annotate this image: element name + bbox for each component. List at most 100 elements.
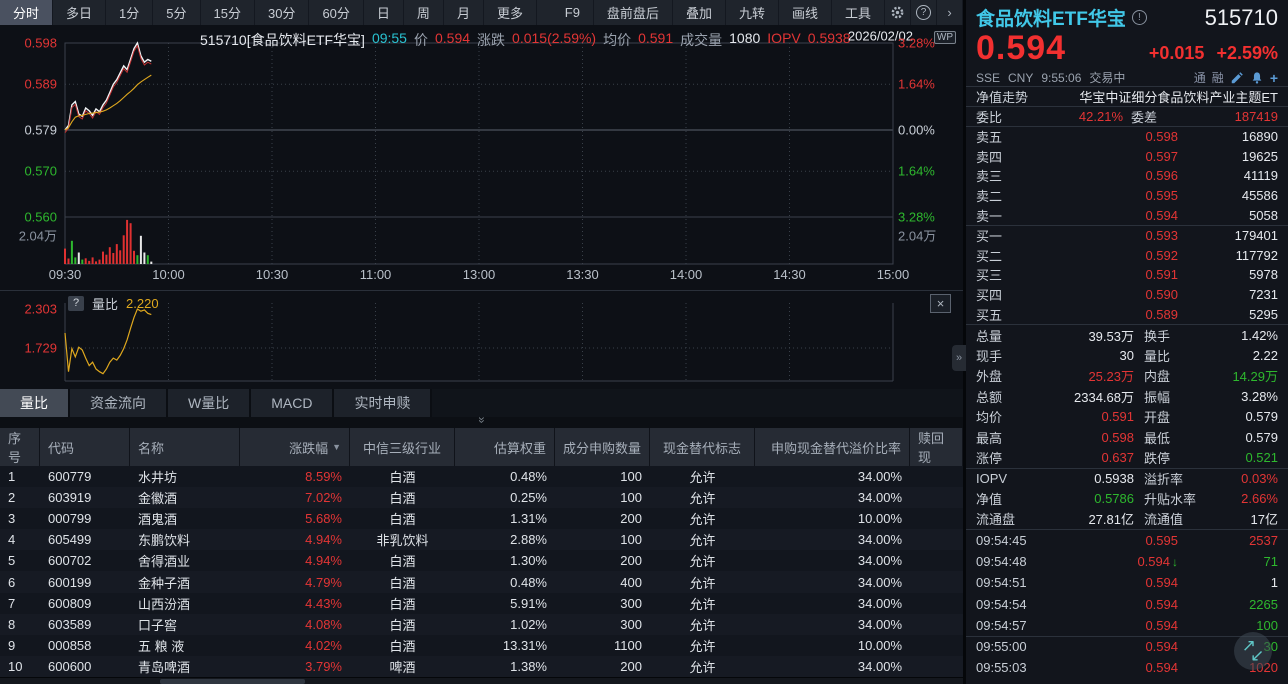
wp-badge[interactable]: WP	[934, 31, 956, 44]
add-icon[interactable]: +	[1270, 70, 1278, 86]
column-header-名称[interactable]: 名称	[130, 428, 240, 466]
column-header-估算权重[interactable]: 估算权重	[455, 428, 555, 466]
bid-label: 买五	[976, 305, 1020, 324]
pencil-icon[interactable]	[1230, 71, 1244, 85]
stat-row: 外盘25.23万内盘14.29万	[966, 366, 1288, 386]
volume-ratio-panel[interactable]: ? 量比 2.220 × 2.3031.729	[0, 290, 963, 389]
tick-qty: 100	[1178, 618, 1278, 633]
tab-W量比[interactable]: W量比	[168, 389, 251, 417]
toolbar-tab-30分[interactable]: 30分	[255, 0, 309, 25]
bid-row[interactable]: 买五0.5895295	[966, 304, 1288, 324]
stat-label: 最低	[1134, 428, 1200, 447]
bid-row[interactable]: 买三0.5915978	[966, 265, 1288, 285]
table-row[interactable]: 8603589口子窖4.08%白酒1.02%300允许34.00%	[0, 614, 963, 635]
ask-row[interactable]: 卖五0.59816890	[966, 127, 1288, 147]
toolbar-tab-日[interactable]: 日	[364, 0, 404, 25]
column-header-现金替代标志[interactable]: 现金替代标志	[650, 428, 755, 466]
toolbar-item-工具[interactable]: 工具	[832, 0, 885, 25]
stat-value: 2334.68万	[1030, 387, 1134, 406]
close-icon[interactable]: ×	[930, 294, 951, 313]
industry: 白酒	[350, 467, 455, 486]
intraday-chart-panel[interactable]: 515710[食品饮料ETF华宝] 09:55 价 0.594 涨跌 0.015…	[0, 25, 963, 290]
nav-trend-row[interactable]: 净值走势 华宝中证细分食品饮料产业主题ET	[966, 86, 1288, 107]
iopv-value: 0.5938	[808, 30, 851, 50]
info-icon[interactable]: !	[1132, 10, 1147, 25]
help-circle-icon[interactable]: ?	[911, 0, 937, 25]
toolbar-item-九转[interactable]: 九转	[726, 0, 779, 25]
help-icon[interactable]: ?	[68, 296, 84, 311]
table-row[interactable]: 10600600青岛啤酒3.79%啤酒1.38%200允许34.00%	[0, 656, 963, 677]
ask-row[interactable]: 卖一0.5945058	[966, 205, 1288, 225]
toolbar-item-画线[interactable]: 画线	[779, 0, 832, 25]
bell-icon[interactable]	[1250, 71, 1264, 85]
stat-row: 流通盘27.81亿流通值17亿	[966, 508, 1288, 528]
stat-value: 14.29万	[1200, 366, 1278, 385]
splitter[interactable]: »	[0, 417, 963, 428]
tab-量比[interactable]: 量比	[0, 389, 70, 417]
table-row[interactable]: 7600809山西汾酒4.43%白酒5.91%300允许34.00%	[0, 593, 963, 614]
toolbar-tab-60分[interactable]: 60分	[309, 0, 363, 25]
bid-row[interactable]: 买四0.5907231	[966, 285, 1288, 305]
toolbar-tab-5分[interactable]: 5分	[153, 0, 200, 25]
column-header-序号[interactable]: 序号	[0, 428, 40, 466]
constituent-table: 1600779水井坊8.59%白酒0.48%100允许34.00%2603919…	[0, 466, 963, 677]
table-row[interactable]: 9000858五 粮 液4.02%白酒13.31%1100允许10.00%	[0, 635, 963, 656]
toolbar-tab-周[interactable]: 周	[404, 0, 444, 25]
bid-row[interactable]: 买一0.593179401	[966, 226, 1288, 246]
table-row[interactable]: 2603919金徽酒7.02%白酒0.25%100允许34.00%	[0, 487, 963, 508]
table-row[interactable]: 5600702舍得酒业4.94%白酒1.30%200允许34.00%	[0, 550, 963, 571]
collapse-handle-icon[interactable]: »	[475, 417, 489, 424]
ask-row[interactable]: 卖三0.59641119	[966, 166, 1288, 186]
y-axis-label-right: 3.28%	[898, 36, 935, 51]
change-pct: 5.68%	[240, 511, 350, 526]
toolbar-item-F9[interactable]: F9	[552, 0, 594, 25]
tick-qty: 2265	[1178, 597, 1278, 612]
chevron-right-icon[interactable]: ›	[937, 0, 963, 25]
premium-ratio: 34.00%	[755, 469, 910, 484]
tab-资金流向[interactable]: 资金流向	[70, 389, 168, 417]
tick-qty: 1	[1178, 575, 1278, 590]
expand-button[interactable]: ↗↙	[1234, 632, 1272, 670]
ask-row[interactable]: 卖二0.59545586	[966, 186, 1288, 206]
table-row[interactable]: 6600199金种子酒4.79%白酒0.48%400允许34.00%	[0, 571, 963, 592]
price-label: 价	[414, 30, 428, 50]
column-header-中信三级行业[interactable]: 中信三级行业	[350, 428, 455, 466]
stat-row: 最高0.598最低0.579	[966, 427, 1288, 447]
gear-icon[interactable]	[885, 0, 911, 25]
industry: 白酒	[350, 488, 455, 507]
toolbar-tab-多日[interactable]: 多日	[53, 0, 106, 25]
toolbar-tab-15分[interactable]: 15分	[201, 0, 255, 25]
bid-price: 0.590	[1020, 287, 1178, 302]
table-row[interactable]: 4605499东鹏饮料4.94%非乳饮料2.88%100允许34.00%	[0, 529, 963, 550]
tab-实时申赎[interactable]: 实时申赎	[334, 389, 432, 417]
toolbar-tab-分时[interactable]: 分时	[0, 0, 53, 25]
toolbar-tab-月[interactable]: 月	[444, 0, 484, 25]
stat-row: 均价0.591开盘0.579	[966, 407, 1288, 427]
horizontal-scrollbar[interactable]	[0, 677, 963, 684]
column-header-代码[interactable]: 代码	[40, 428, 130, 466]
ask-row[interactable]: 卖四0.59719625	[966, 147, 1288, 167]
ask-label: 卖四	[976, 147, 1020, 166]
toolbar-item-盘前盘后[interactable]: 盘前盘后	[594, 0, 673, 25]
chart-header: 515710[食品饮料ETF华宝] 09:55 价 0.594 涨跌 0.015…	[200, 30, 851, 50]
table-row[interactable]: 3000799酒鬼酒5.68%白酒1.31%200允许10.00%	[0, 508, 963, 529]
panel-expander-icon[interactable]: »	[952, 345, 966, 371]
bid-qty: 5295	[1178, 307, 1278, 322]
column-header-申购现金替代溢价比率[interactable]: 申购现金替代溢价比率	[755, 428, 910, 466]
column-header-涨跌幅[interactable]: 涨跌幅▼	[240, 428, 350, 466]
chart-code-name: 515710[食品饮料ETF华宝]	[200, 30, 365, 50]
column-header-赎回现[interactable]: 赎回现	[910, 428, 963, 466]
bid-row[interactable]: 买二0.592117792	[966, 246, 1288, 266]
toolbar-tab-更多[interactable]: 更多	[484, 0, 537, 25]
column-header-成分申购数量[interactable]: 成分申购数量	[555, 428, 650, 466]
toolbar-tab-1分[interactable]: 1分	[106, 0, 153, 25]
price-change-pct: +2.59%	[1216, 43, 1278, 64]
industry: 白酒	[350, 509, 455, 528]
tab-MACD[interactable]: MACD	[251, 389, 334, 417]
change-pct: 4.79%	[240, 575, 350, 590]
intraday-chart[interactable]	[0, 25, 963, 285]
toolbar-item-叠加[interactable]: 叠加	[673, 0, 726, 25]
scrollbar-thumb[interactable]	[160, 679, 305, 684]
table-row[interactable]: 1600779水井坊8.59%白酒0.48%100允许34.00%	[0, 466, 963, 487]
bid-price: 0.593	[1020, 228, 1178, 243]
